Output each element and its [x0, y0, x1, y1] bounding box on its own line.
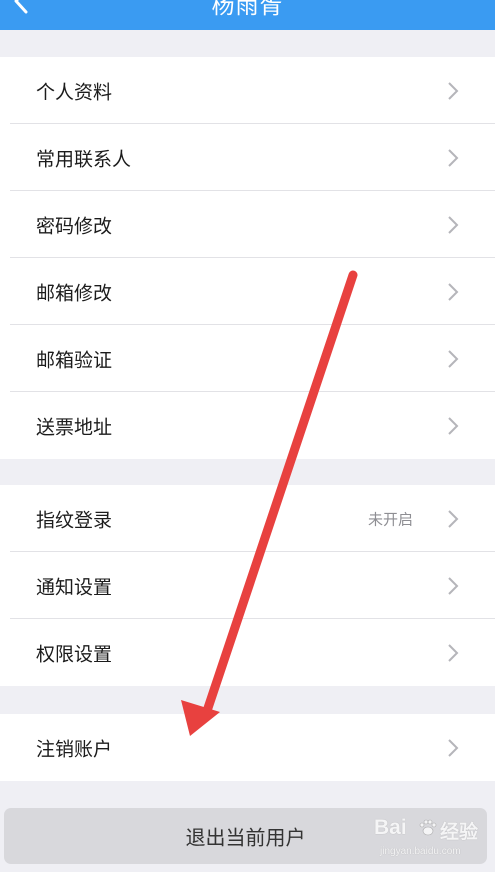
- account-cancel-group: 注销账户: [0, 714, 495, 781]
- chevron-right-icon: [448, 576, 459, 595]
- menu-item-label: 常用联系人: [36, 148, 132, 170]
- menu-item-label: 指纹登录: [36, 509, 113, 531]
- menu-item-label: 密码修改: [36, 215, 113, 237]
- chevron-right-icon: [448, 282, 459, 301]
- menu-item-label: 通知设置: [36, 576, 113, 598]
- nav-title: 杨雨胥: [211, 0, 284, 19]
- paw-icon: [419, 819, 437, 836]
- chevron-right-icon: [448, 349, 459, 368]
- menu-item-fingerprint-login[interactable]: 指纹登录 未开启: [0, 485, 495, 552]
- security-settings-group: 指纹登录 未开启 通知设置 权限设置: [0, 485, 495, 686]
- menu-item-label: 送票地址: [36, 416, 113, 438]
- menu-item-label: 权限设置: [36, 643, 113, 665]
- account-settings-group: 个人资料 常用联系人 密码修改 邮箱修改 邮箱验证 送票地址: [0, 57, 495, 459]
- menu-item-email-verify[interactable]: 邮箱验证: [0, 325, 495, 392]
- menu-item-password[interactable]: 密码修改: [0, 191, 495, 258]
- menu-item-label: 邮箱验证: [36, 349, 113, 371]
- menu-item-profile[interactable]: 个人资料: [0, 57, 495, 124]
- menu-item-label: 邮箱修改: [36, 282, 113, 304]
- menu-item-ticket-address[interactable]: 送票地址: [0, 392, 495, 459]
- watermark-logo-text: Bai: [374, 816, 407, 839]
- chevron-right-icon: [448, 215, 459, 234]
- chevron-right-icon: [448, 416, 459, 435]
- chevron-right-icon: [448, 509, 459, 528]
- menu-item-label: 注销账户: [36, 738, 113, 760]
- menu-item-label: 个人资料: [36, 81, 113, 103]
- menu-item-email-change[interactable]: 邮箱修改: [0, 258, 495, 325]
- watermark-url: jingyan.baidu.com: [380, 846, 461, 857]
- menu-item-permissions[interactable]: 权限设置: [0, 619, 495, 686]
- menu-item-cancel-account[interactable]: 注销账户: [0, 714, 495, 781]
- watermark-logo-suffix: 经验: [440, 822, 479, 843]
- menu-item-notifications[interactable]: 通知设置: [0, 552, 495, 619]
- chevron-right-icon: [448, 738, 459, 757]
- nav-bar: 杨雨胥: [0, 0, 495, 30]
- menu-item-contacts[interactable]: 常用联系人: [0, 124, 495, 191]
- baidu-watermark: Bai 经验 jingyan.baidu.com: [374, 816, 492, 866]
- chevron-right-icon: [448, 81, 459, 100]
- chevron-right-icon: [448, 643, 459, 662]
- chevron-right-icon: [448, 148, 459, 167]
- fingerprint-status: 未开启: [367, 510, 413, 528]
